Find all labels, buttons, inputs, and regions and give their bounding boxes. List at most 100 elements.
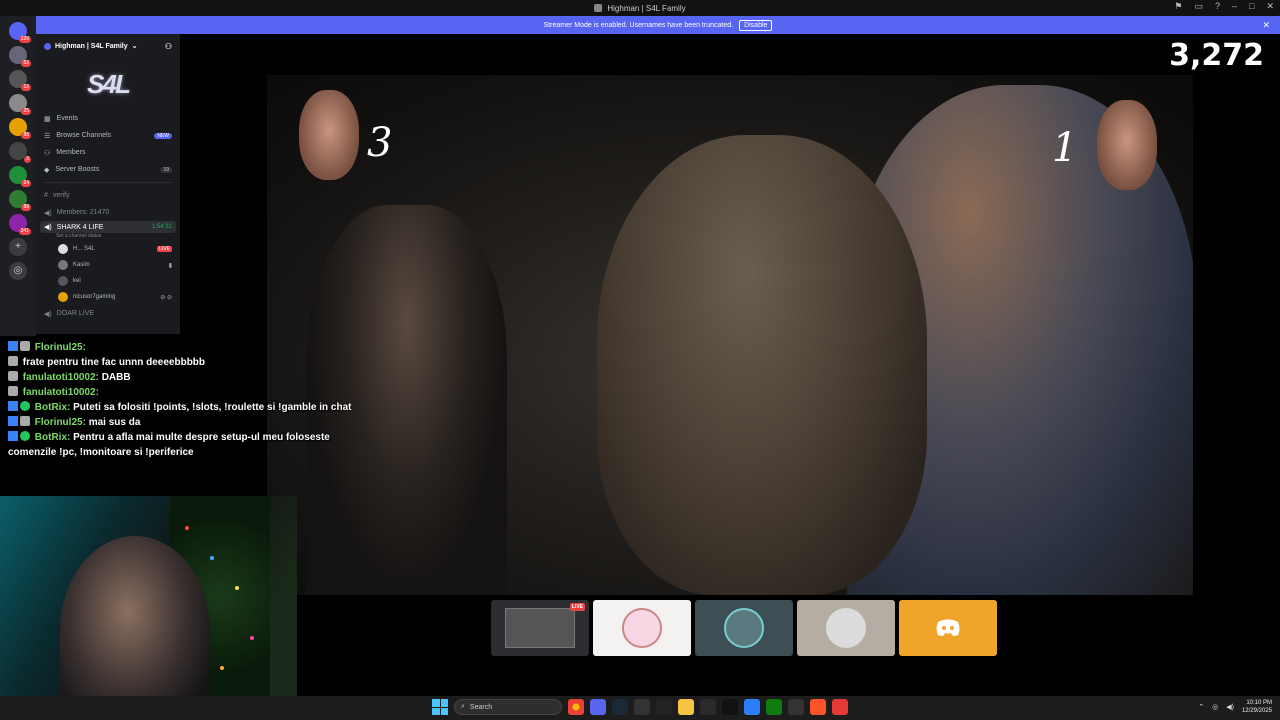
camera-icon: ▮ — [168, 262, 172, 269]
badge-icon — [20, 416, 30, 426]
taskbar-search[interactable]: ⌕ Search — [454, 699, 562, 715]
screen-icon[interactable]: ▭ — [1194, 1, 1203, 12]
server-rail: 129 52 12 25 88 3 24 88 341 + ◎ — [0, 16, 36, 336]
badge-icon — [8, 356, 18, 366]
viewer-count: 3,272 — [1169, 38, 1264, 73]
app-icon[interactable] — [788, 699, 804, 715]
server-icon[interactable]: 88 — [9, 190, 31, 211]
server-icon[interactable]: 88 — [9, 118, 31, 139]
boost-count: 19 — [160, 166, 172, 173]
windows-taskbar: ⌕ Search ⌃ ◎ ◀) 10:10 PM 12/29/2025 — [0, 696, 1280, 720]
voice-user[interactable]: nicusor7gaming ⊘ ⊘ — [36, 289, 180, 305]
server-icon[interactable]: 52 — [9, 46, 31, 67]
disable-streamer-mode-button[interactable]: Disable — [739, 19, 773, 31]
window-titlebar: Highman | S4L Family ⚑ ▭ ? – □ ✕ — [0, 0, 1280, 16]
steam-icon[interactable] — [612, 699, 628, 715]
live-badge: LIVE — [569, 603, 585, 611]
rank-left: 3 — [367, 120, 393, 166]
voice-user[interactable]: Kasim ▮ — [36, 257, 180, 273]
verified-icon — [20, 431, 30, 441]
clock[interactable]: 10:10 PM 12/29/2025 — [1242, 699, 1272, 715]
close-icon[interactable]: ✕ — [1266, 1, 1274, 12]
avatar — [724, 608, 764, 648]
participant-tile[interactable] — [797, 600, 895, 656]
menu-browse-channels[interactable]: ☰ Browse Channels NEW — [36, 127, 180, 144]
guild-icon — [44, 42, 51, 50]
volume-icon[interactable]: ◀) — [1226, 703, 1234, 711]
server-icon[interactable]: 12 — [9, 70, 31, 91]
network-icon[interactable]: ◎ — [1212, 703, 1218, 711]
discord-logo-icon — [936, 619, 960, 636]
screen-preview — [505, 608, 575, 648]
server-icon[interactable]: 25 — [9, 94, 31, 115]
participant-tile[interactable] — [593, 600, 691, 656]
server-icon[interactable]: 24 — [9, 166, 31, 187]
avatar — [826, 608, 866, 648]
channel-verify[interactable]: # verify — [36, 187, 180, 204]
server-icon[interactable]: 129 — [9, 22, 31, 43]
epic-games-icon[interactable] — [656, 699, 672, 715]
server-icon[interactable]: 3 — [9, 142, 31, 163]
menu-label: Server Boosts — [55, 166, 100, 173]
discord-icon[interactable] — [590, 699, 606, 715]
app-icon[interactable] — [700, 699, 716, 715]
taskbar-apps: ⌕ Search — [432, 699, 848, 715]
streamer-mode-message: Streamer Mode is enabled. Usernames have… — [543, 21, 734, 29]
search-placeholder: Search — [469, 703, 493, 711]
boost-icon: ◆ — [44, 166, 50, 174]
chat-username: Florinul25: — [34, 342, 86, 353]
channel-status-hint[interactable]: Set a channel status — [36, 233, 180, 241]
app-icon[interactable] — [744, 699, 760, 715]
channel-doar-live[interactable]: ◀) DOAR LIVE — [36, 305, 180, 322]
tree-light — [235, 586, 239, 590]
clock-date: 12/29/2025 — [1241, 708, 1272, 714]
guild-header[interactable]: Highman | S4L Family ⌄ ⚇ — [36, 34, 180, 58]
avatar — [58, 244, 68, 254]
chevron-up-icon[interactable]: ⌃ — [1198, 703, 1204, 711]
menu-server-boosts[interactable]: ◆ Server Boosts 19 — [36, 161, 180, 178]
folder-icon[interactable] — [678, 699, 694, 715]
list-icon: ☰ — [44, 132, 51, 140]
inbox-icon[interactable]: ⚑ — [1174, 1, 1182, 12]
channel-name: SHARK 4 LIFE — [56, 223, 104, 231]
facecam-left — [299, 90, 359, 180]
help-icon[interactable]: ? — [1215, 1, 1220, 12]
voice-channel-active[interactable]: ◀) SHARK 4 LIFE 1:54:31 — [40, 221, 176, 233]
facecam-right — [1097, 100, 1157, 190]
participant-tile-discord[interactable] — [899, 600, 997, 656]
maximize-icon[interactable]: □ — [1249, 1, 1254, 12]
server-icon[interactable]: 341 — [9, 214, 31, 235]
chat-message: frate pentru tine fac unnn deeeebbbbb — [8, 355, 368, 370]
voice-user[interactable]: H... S4L LIVE — [36, 241, 180, 257]
menu-members[interactable]: ⚇ Members — [36, 144, 180, 161]
tree-light — [210, 556, 214, 560]
channel-members-count[interactable]: ◀) Members: 21470 — [36, 204, 180, 221]
minimize-icon[interactable]: – — [1232, 1, 1237, 12]
participant-tiles: LIVE — [491, 600, 997, 656]
add-server-icon[interactable]: + — [9, 238, 27, 256]
menu-events[interactable]: ▦ Events — [36, 110, 180, 127]
start-button[interactable] — [432, 699, 448, 715]
explore-servers-icon[interactable]: ◎ — [9, 262, 27, 280]
participant-tile[interactable] — [695, 600, 793, 656]
menu-label: Members — [56, 149, 86, 156]
brave-icon[interactable] — [810, 699, 826, 715]
streamer-mode-banner: Streamer Mode is enabled. Usernames have… — [36, 16, 1280, 34]
voice-user[interactable]: kei — [36, 273, 180, 289]
app-icon[interactable] — [832, 699, 848, 715]
stream-video[interactable]: 3 1 — [267, 75, 1193, 595]
chrome-icon[interactable] — [568, 699, 584, 715]
mention-badge: 3 — [24, 156, 31, 163]
badge-icon — [8, 401, 18, 411]
avatar — [58, 276, 68, 286]
chat-message: Florinul25: mai sus da — [8, 415, 368, 430]
app-icon[interactable] — [634, 699, 650, 715]
participant-tile-screen[interactable]: LIVE — [491, 600, 589, 656]
app-icon[interactable] — [722, 699, 738, 715]
add-member-icon[interactable]: ⚇ — [165, 42, 172, 51]
tree-light — [250, 636, 254, 640]
badge-icon — [8, 431, 18, 441]
speaker-icon: ◀) — [44, 310, 52, 318]
close-banner-icon[interactable]: ✕ — [1262, 20, 1270, 31]
xbox-icon[interactable] — [766, 699, 782, 715]
